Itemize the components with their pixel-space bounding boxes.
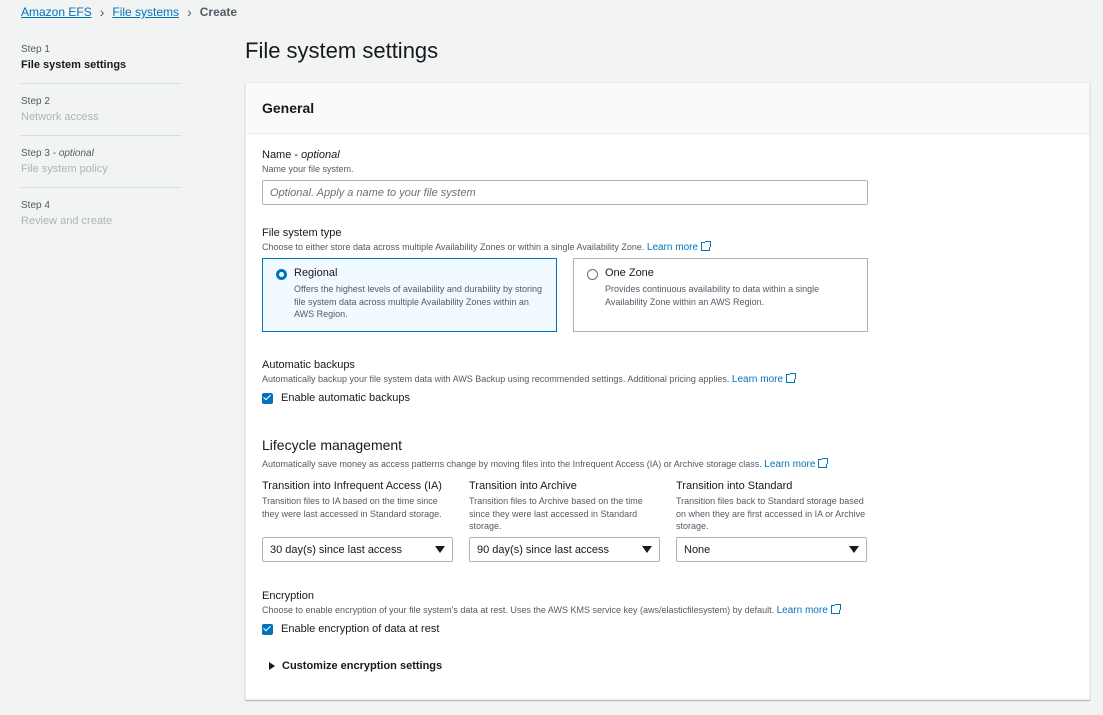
- name-section: Name - optional Name your file system.: [262, 149, 868, 205]
- breadcrumb-link-amazon-efs[interactable]: Amazon EFS: [21, 5, 92, 19]
- backups-checkbox[interactable]: [262, 392, 273, 404]
- backups-learn-more-link[interactable]: Learn more: [732, 373, 797, 385]
- step-title: Review and create: [21, 215, 113, 227]
- breadcrumb-link-file-systems[interactable]: File systems: [112, 5, 179, 19]
- wizard-steps: Step 1 File system settings Step 2 Netwo…: [21, 44, 181, 251]
- lifecycle-col-standard: Transition into Standard Transition file…: [676, 480, 867, 562]
- encryption-checkbox-row: Enable encryption of data at rest: [262, 623, 840, 635]
- fs-type-label: File system type: [262, 227, 342, 239]
- tile-description: Offers the highest levels of availabilit…: [294, 284, 542, 319]
- lifecycle-learn-more-link[interactable]: Learn more: [764, 458, 829, 470]
- lifecycle-col-title: Transition into Standard: [676, 480, 793, 492]
- backups-checkbox-label[interactable]: Enable automatic backups: [281, 392, 410, 404]
- lifecycle-description: Automatically save money as access patte…: [262, 458, 867, 470]
- breadcrumb-current: Create: [199, 5, 238, 19]
- tile-title: Regional: [294, 267, 338, 279]
- wizard-step-3: Step 3 - optional File system policy: [21, 148, 181, 188]
- backups-section: Automatic backups Automatically backup y…: [262, 359, 797, 404]
- encryption-description: Choose to enable encryption of your file…: [262, 604, 841, 616]
- step-title: Network access: [21, 111, 99, 123]
- lifecycle-col-description: Transition files back to Standard storag…: [676, 496, 866, 531]
- lifecycle-col-description: Transition files to Archive based on the…: [469, 496, 643, 531]
- backups-label: Automatic backups: [262, 359, 355, 371]
- transition-archive-select[interactable]: 90 day(s) since last access: [469, 537, 660, 562]
- caret-down-icon: [849, 546, 859, 553]
- fs-type-tile-one-zone[interactable]: One Zone Provides continuous availabilit…: [573, 258, 868, 332]
- select-value: 90 day(s) since last access: [477, 543, 610, 556]
- wizard-step-4: Step 4 Review and create: [21, 200, 181, 239]
- lifecycle-col-archive: Transition into Archive Transition files…: [469, 480, 660, 562]
- encryption-section: Encryption Choose to enable encryption o…: [262, 590, 841, 672]
- encryption-learn-more-link[interactable]: Learn more: [777, 604, 841, 616]
- external-link-icon: [786, 373, 797, 383]
- caret-down-icon: [642, 546, 652, 553]
- select-value: None: [684, 543, 711, 556]
- customize-encryption-label: Customize encryption settings: [282, 660, 443, 672]
- breadcrumb: Amazon EFS › File systems › Create: [21, 5, 237, 19]
- step-number: Step 3 - optional: [21, 148, 94, 159]
- lifecycle-columns: Transition into Infrequent Access (IA) T…: [262, 480, 867, 562]
- step-number: Step 1: [21, 44, 50, 55]
- step-title: File system policy: [21, 163, 108, 175]
- external-link-icon: [830, 604, 841, 614]
- radio-button-regional[interactable]: [276, 269, 287, 280]
- caret-down-icon: [435, 546, 445, 553]
- fs-type-tile-regional[interactable]: Regional Offers the highest levels of av…: [262, 258, 557, 332]
- transition-standard-select[interactable]: None: [676, 537, 867, 562]
- radio-button-one-zone[interactable]: [587, 269, 598, 280]
- general-panel: General Name - optional Name your file s…: [245, 82, 1090, 700]
- chevron-right-icon: ›: [99, 4, 105, 20]
- fs-type-section: File system type Choose to either store …: [262, 227, 868, 332]
- lifecycle-col-ia: Transition into Infrequent Access (IA) T…: [262, 480, 453, 562]
- fs-type-tiles: Regional Offers the highest levels of av…: [262, 258, 868, 332]
- name-description: Name your file system.: [262, 164, 354, 174]
- lifecycle-col-title: Transition into Infrequent Access (IA): [262, 480, 442, 492]
- lifecycle-col-description: Transition files to IA based on the time…: [262, 496, 442, 519]
- page-title: File system settings: [245, 38, 439, 63]
- panel-header: General: [246, 83, 1089, 134]
- tile-description: Provides continuous availability to data…: [605, 284, 820, 307]
- external-link-icon: [818, 458, 829, 468]
- step-number: Step 4: [21, 200, 50, 211]
- encryption-checkbox-label[interactable]: Enable encryption of data at rest: [281, 623, 439, 635]
- encryption-label: Encryption: [262, 590, 314, 602]
- lifecycle-col-title: Transition into Archive: [469, 480, 577, 492]
- lifecycle-section: Lifecycle management Automatically save …: [262, 437, 867, 562]
- chevron-right-icon: ›: [187, 4, 192, 20]
- wizard-step-2: Step 2 Network access: [21, 96, 181, 136]
- fs-type-description: Choose to either store data across multi…: [262, 241, 868, 253]
- transition-ia-select[interactable]: 30 day(s) since last access: [262, 537, 453, 562]
- name-label: Name - optional: [262, 149, 340, 161]
- step-title: File system settings: [21, 59, 127, 71]
- external-link-icon: [701, 241, 712, 251]
- name-input[interactable]: [262, 180, 868, 205]
- encryption-checkbox[interactable]: [262, 623, 273, 635]
- lifecycle-title: Lifecycle management: [262, 437, 403, 453]
- tile-title: One Zone: [605, 267, 654, 279]
- backups-description: Automatically backup your file system da…: [262, 373, 797, 385]
- caret-right-icon: [269, 662, 275, 670]
- backups-checkbox-row: Enable automatic backups: [262, 392, 795, 404]
- select-value: 30 day(s) since last access: [270, 543, 403, 556]
- fs-type-learn-more-link[interactable]: Learn more: [647, 241, 712, 253]
- customize-encryption-expander[interactable]: Customize encryption settings: [269, 660, 840, 672]
- wizard-step-1: Step 1 File system settings: [21, 44, 181, 84]
- step-number: Step 2: [21, 96, 50, 107]
